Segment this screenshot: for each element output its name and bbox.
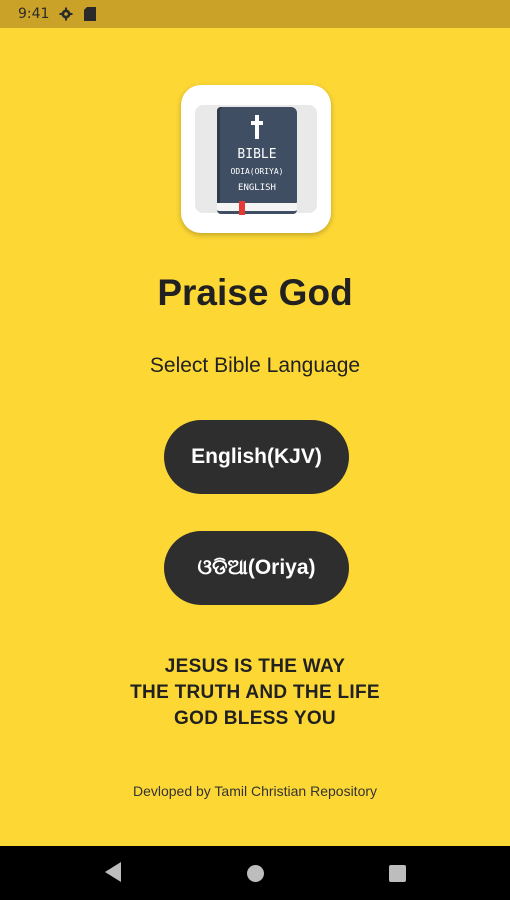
page-subtitle: Select Bible Language: [149, 354, 361, 377]
status-time: 9:41: [18, 6, 50, 22]
navigation-bar: [0, 846, 510, 900]
bookmark-icon: [239, 201, 245, 215]
back-icon[interactable]: [105, 862, 121, 882]
home-icon[interactable]: [247, 865, 264, 882]
book-pages: [217, 203, 297, 214]
odia-oriya-button[interactable]: ଓଡିଆ(Oriya): [164, 531, 349, 605]
verse-text: JESUS IS THE WAY THE TRUTH AND THE LIFE …: [0, 654, 510, 732]
page-title: Praise God: [157, 272, 353, 313]
verse-line-2: THE TRUTH AND THE LIFE: [130, 682, 380, 703]
logo-text-bible: BIBLE: [237, 147, 277, 162]
status-bar: 9:41: [0, 0, 510, 28]
recent-apps-icon[interactable]: [389, 865, 406, 882]
developer-credit: Devloped by Tamil Christian Repository: [132, 783, 378, 799]
logo-text-odia: ODIA(ORIYA): [230, 167, 284, 176]
verse-line-3: GOD BLESS YOU: [174, 708, 336, 729]
sim-card-icon: [83, 7, 97, 21]
logo-text-english: ENGLISH: [238, 183, 276, 193]
app-logo: BIBLE ODIA(ORIYA) ENGLISH: [181, 85, 331, 233]
english-kjv-button[interactable]: English(KJV): [164, 420, 349, 494]
cross-icon: [251, 115, 263, 139]
settings-icon: [59, 7, 73, 21]
verse-line-1: JESUS IS THE WAY: [164, 656, 346, 677]
bible-book-icon: BIBLE ODIA(ORIYA) ENGLISH: [217, 107, 297, 207]
